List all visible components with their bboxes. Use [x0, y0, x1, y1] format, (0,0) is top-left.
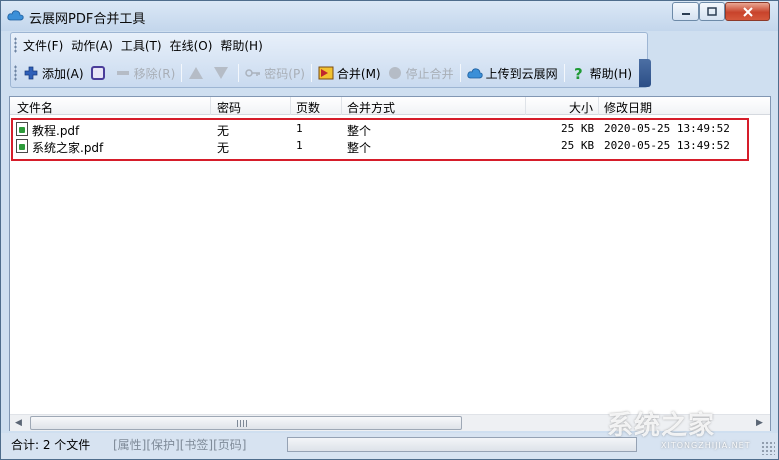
add-label: 添加(A): [42, 66, 84, 81]
help-button[interactable]: ? 帮助(H): [571, 62, 632, 84]
toolbar-separator: [238, 64, 240, 82]
menu-help[interactable]: 帮助(H): [220, 37, 262, 54]
column-password[interactable]: 密码: [217, 99, 241, 116]
triangle-up-icon: [189, 67, 204, 79]
menu-action[interactable]: 动作(A): [71, 37, 113, 54]
progress-bar: [287, 437, 637, 452]
maximize-icon: [707, 7, 717, 16]
command-bars: 文件(F) 动作(A) 工具(T) 在线(O) 帮助(H) 添加(A) 移除(R…: [10, 32, 648, 88]
question-icon: ?: [574, 65, 583, 81]
column-divider[interactable]: [210, 97, 211, 115]
menu-tools[interactable]: 工具(T): [121, 37, 162, 54]
remove-label: 移除(R): [133, 66, 176, 81]
select-button[interactable]: [90, 62, 109, 84]
watermark-url: XITONGZHIJIA.NET: [661, 441, 751, 450]
column-divider[interactable]: [525, 97, 526, 115]
maximize-button[interactable]: [699, 2, 725, 21]
toolbar-separator: [563, 64, 565, 82]
close-icon: [742, 6, 753, 17]
close-button[interactable]: [725, 2, 770, 21]
stop-merge-label: 停止合并: [405, 66, 454, 81]
menu-file[interactable]: 文件(F): [23, 37, 63, 54]
toolbar-separator: [181, 64, 183, 82]
remove-button[interactable]: 移除(R): [115, 62, 176, 84]
column-filename[interactable]: 文件名: [17, 99, 53, 116]
window-title: 云展网PDF合并工具: [29, 12, 146, 27]
grip-icon: [237, 420, 247, 427]
square-select-icon: [90, 66, 105, 80]
column-divider[interactable]: [290, 97, 291, 115]
menu-online[interactable]: 在线(O): [170, 37, 213, 54]
scroll-right-icon[interactable]: ▶: [756, 418, 763, 428]
status-actions[interactable]: [属性][保护][书签][页码]: [113, 436, 246, 453]
watermark-logo: 系统之家: [607, 411, 716, 441]
toolbar: 添加(A) 移除(R) 密码(P) 合并(M) 停止合并 上传到云展网 ? 帮助…: [11, 60, 647, 86]
column-divider[interactable]: [598, 97, 599, 115]
column-divider[interactable]: [341, 97, 342, 115]
plus-icon: [24, 66, 38, 80]
column-size[interactable]: 大小: [569, 99, 593, 116]
password-label: 密码(P): [264, 66, 305, 81]
password-button[interactable]: 密码(P): [245, 62, 305, 84]
resize-grip[interactable]: [761, 441, 775, 455]
move-down-button[interactable]: [213, 62, 232, 84]
file-count: 合计: 2 个文件: [11, 438, 91, 452]
add-button[interactable]: 添加(A): [23, 62, 84, 84]
app-window: 云展网PDF合并工具 文件(F) 动作(A) 工具(T) 在线(O) 帮助(H)…: [0, 0, 779, 460]
move-up-button[interactable]: [188, 62, 207, 84]
menubar-grip[interactable]: [14, 37, 17, 53]
scroll-left-icon[interactable]: ◀: [15, 418, 22, 428]
toolbar-overflow-button[interactable]: [639, 59, 651, 87]
stop-icon: [388, 67, 401, 79]
highlight-annotation: [11, 118, 749, 161]
cloud-icon: [7, 10, 24, 21]
upload-button[interactable]: 上传到云展网: [467, 62, 558, 84]
upload-label: 上传到云展网: [485, 66, 558, 81]
merge-label: 合并(M): [336, 66, 381, 81]
help-label: 帮助(H): [589, 66, 633, 81]
minus-icon: [116, 71, 129, 75]
svg-text:?: ?: [574, 65, 583, 81]
minimize-button[interactable]: [672, 2, 699, 21]
menu-bar: 文件(F) 动作(A) 工具(T) 在线(O) 帮助(H): [11, 33, 647, 58]
column-modified[interactable]: 修改日期: [604, 99, 652, 116]
key-icon: [245, 69, 261, 77]
stop-merge-button[interactable]: 停止合并: [387, 62, 454, 84]
title-bar[interactable]: 云展网PDF合并工具: [1, 1, 778, 31]
column-merge-mode[interactable]: 合并方式: [347, 99, 395, 116]
toolbar-separator: [459, 64, 461, 82]
column-header: 文件名 密码 页数 合并方式 大小 修改日期: [10, 97, 770, 115]
column-pages[interactable]: 页数: [296, 99, 320, 116]
merge-icon: [318, 66, 334, 80]
minimize-icon: [681, 12, 690, 15]
toolbar-separator: [310, 64, 312, 82]
cloud-upload-icon: [467, 68, 483, 79]
triangle-down-icon: [214, 67, 229, 79]
scrollbar-thumb[interactable]: [30, 416, 462, 430]
toolbar-grip[interactable]: [14, 65, 17, 81]
merge-button[interactable]: 合并(M): [318, 62, 381, 84]
